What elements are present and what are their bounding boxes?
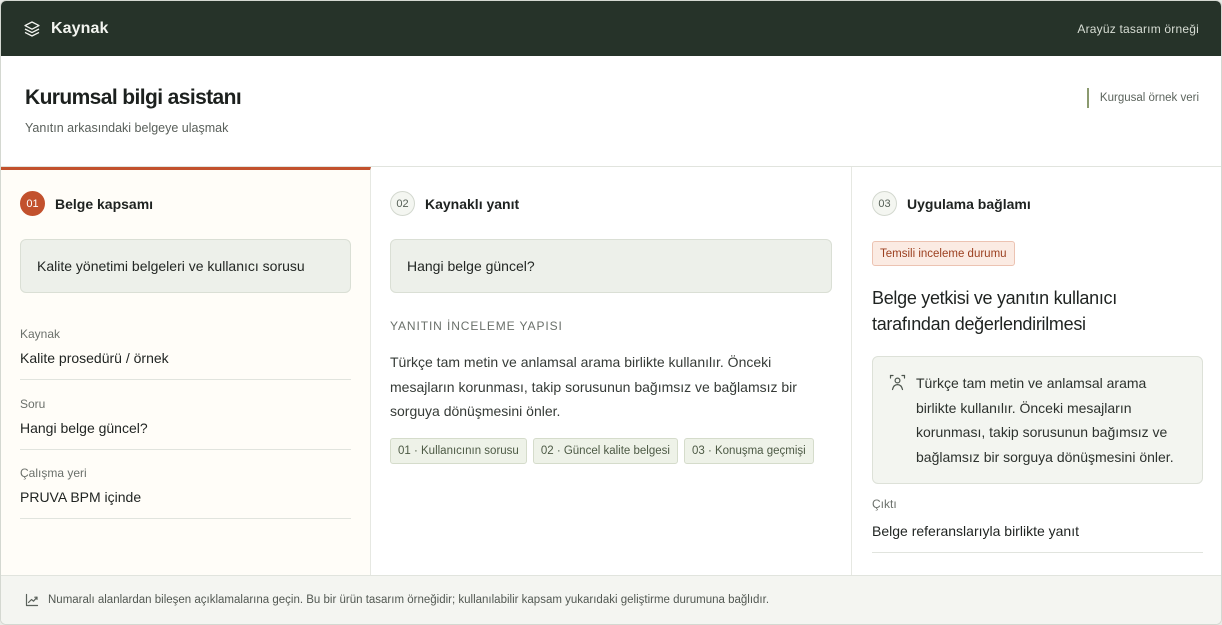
field-value: Hangi belge güncel?: [20, 420, 148, 436]
footer-bar: Numaralı alanlardan bileşen açıklamaları…: [1, 575, 1221, 624]
scope-box: Kalite yönetimi belgeleri ve kullanıcı s…: [20, 239, 351, 293]
output-label: Çıktı: [872, 497, 897, 511]
field-question: Soru Hangi belge güncel?: [20, 397, 351, 450]
layers-icon: [23, 20, 41, 38]
page-title: Kurumsal bilgi asistanı: [25, 86, 242, 109]
step-number: 03: [872, 191, 897, 216]
column-sourced-answer[interactable]: 02 Kaynaklı yanıt Hangi belge güncel? YA…: [371, 167, 852, 575]
person-focus-icon: [889, 374, 906, 391]
section-label: YANITIN İNCELEME YAPISI: [390, 319, 563, 333]
step-title: Kaynaklı yanıt: [425, 195, 520, 212]
field-workspace: Çalışma yeri PRUVA BPM içinde: [20, 466, 351, 519]
page-subtitle: Yanıtın arkasındaki belgeye ulaşmak: [25, 121, 229, 135]
context-note-text: Türkçe tam metin ve anlamsal arama birli…: [916, 375, 1174, 465]
brand-name: Kaynak: [51, 19, 109, 37]
source-chip-history[interactable]: 03 · Konuşma geçmişi: [683, 438, 814, 464]
field-label: Kaynak: [20, 327, 61, 341]
step-header[interactable]: 01 Belge kapsamı: [20, 191, 153, 216]
step-header[interactable]: 03 Uygulama bağlamı: [872, 191, 1031, 216]
source-chip-document[interactable]: 02 · Güncel kalite belgesi: [532, 438, 678, 464]
output-value: Belge referanslarıyla birlikte yanıt: [872, 523, 1203, 553]
column-document-scope[interactable]: 01 Belge kapsamı Kalite yönetimi belgele…: [1, 167, 371, 575]
step-title: Uygulama bağlamı: [907, 195, 1031, 212]
step-number: 02: [390, 191, 415, 216]
step-number: 01: [20, 191, 45, 216]
column-application-context[interactable]: 03 Uygulama bağlamı Temsili inceleme dur…: [852, 167, 1221, 575]
answer-description: Türkçe tam metin ve anlamsal arama birli…: [390, 354, 797, 419]
step-header[interactable]: 02 Kaynaklı yanıt: [390, 191, 519, 216]
step-title: Belge kapsamı: [55, 195, 154, 212]
status-badge: Temsili inceleme durumu: [872, 241, 1015, 266]
field-label: Çalışma yeri: [20, 466, 87, 480]
field-value: PRUVA BPM içinde: [20, 489, 142, 505]
field-source: Kaynak Kalite prosedürü / örnek: [20, 327, 351, 380]
step-columns: 01 Belge kapsamı Kalite yönetimi belgele…: [1, 167, 1221, 575]
app-frame: Kaynak Arayüz tasarım örneği Kurumsal bi…: [0, 0, 1222, 625]
topbar-caption: Arayüz tasarım örneği: [1077, 21, 1199, 36]
footer-text: Numaralı alanlardan bileşen açıklamaları…: [48, 594, 770, 606]
page-header: Kurumsal bilgi asistanı Yanıtın arkasınd…: [1, 56, 1221, 167]
brand[interactable]: Kaynak: [23, 20, 109, 38]
trend-chart-icon: [25, 593, 39, 607]
top-bar: Kaynak Arayüz tasarım örneği: [1, 1, 1221, 56]
sample-data-note: Kurgusal örnek veri: [1086, 88, 1199, 108]
field-label: Soru: [20, 397, 46, 411]
field-value: Kalite prosedürü / örnek: [20, 350, 169, 366]
source-chips: 01 · Kullanıcının sorusu 02 · Güncel kal…: [390, 438, 814, 464]
source-chip-question[interactable]: 01 · Kullanıcının sorusu: [390, 438, 527, 464]
context-note: Türkçe tam metin ve anlamsal arama birli…: [872, 356, 1203, 484]
context-heading: Belge yetkisi ve yanıtın kullanıcı taraf…: [872, 288, 1117, 334]
question-box: Hangi belge güncel?: [390, 239, 832, 293]
